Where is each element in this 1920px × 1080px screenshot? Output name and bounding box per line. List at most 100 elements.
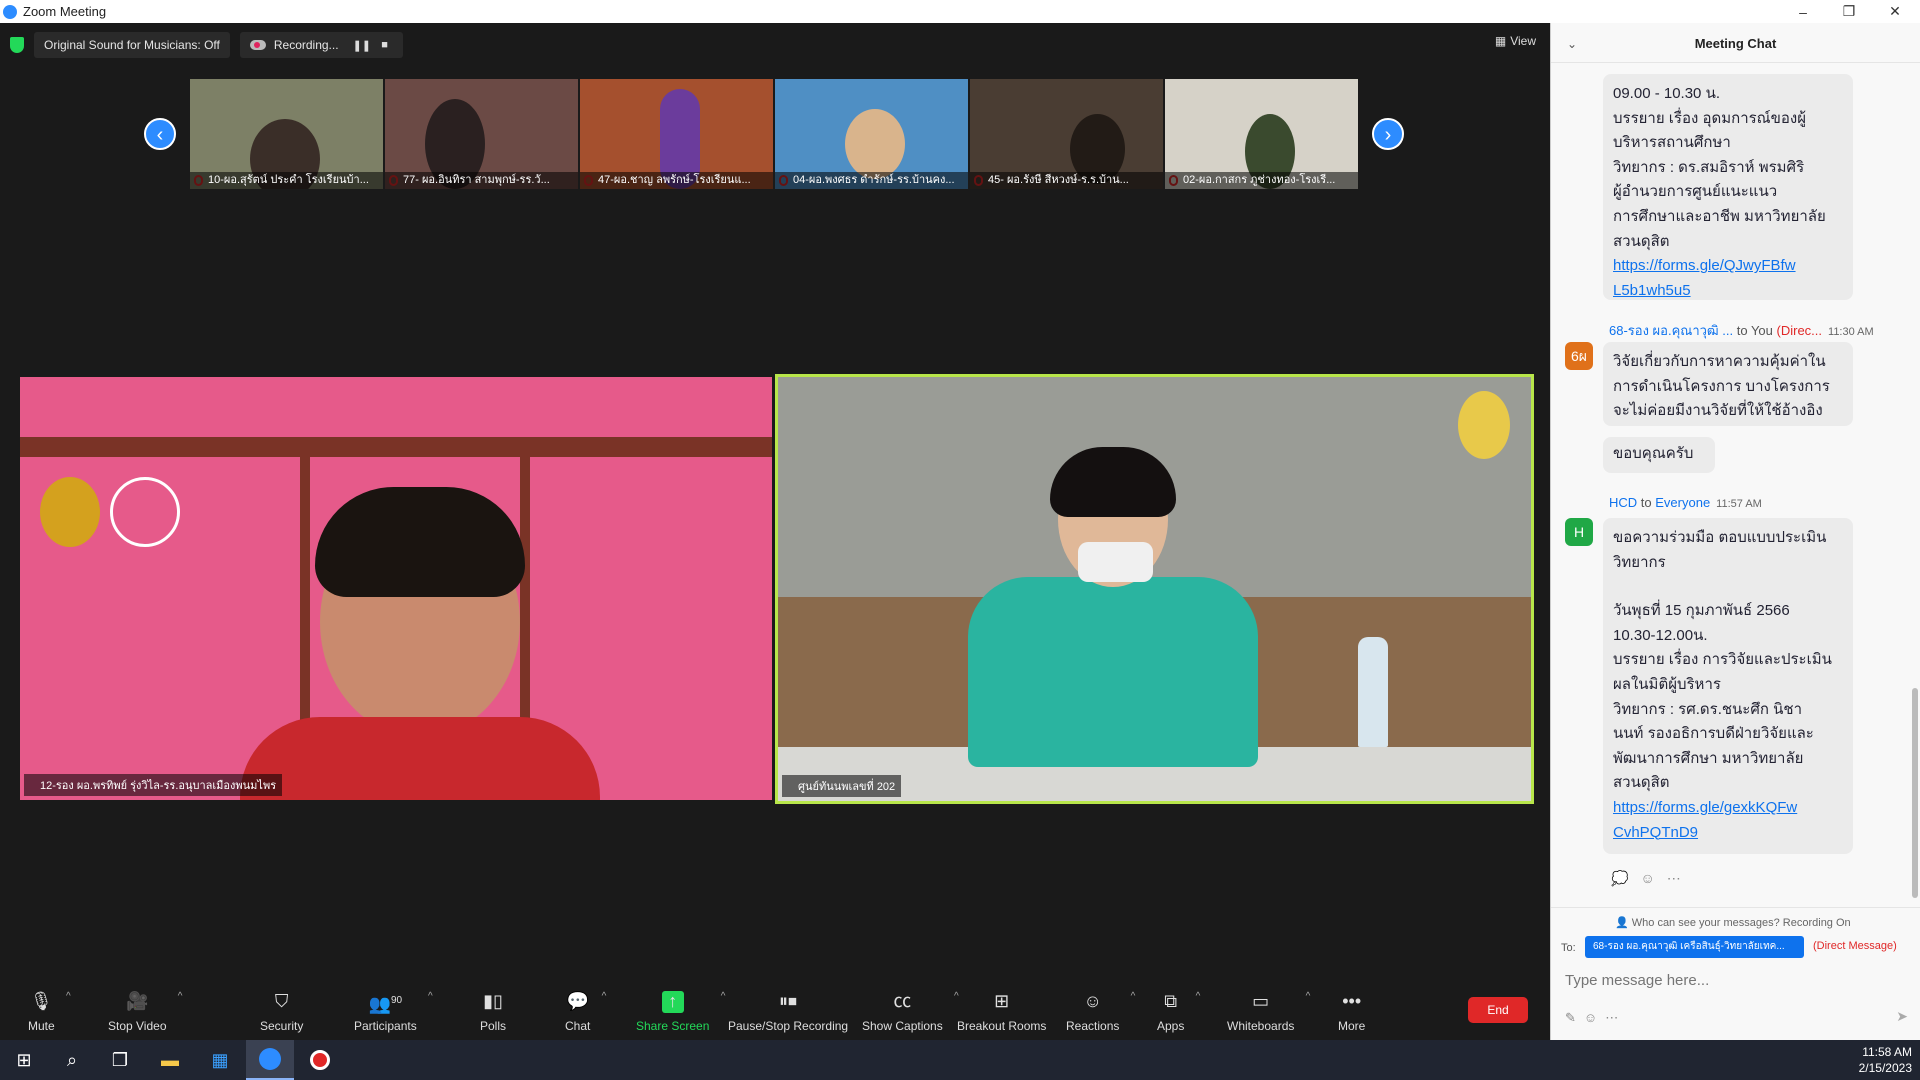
chat-scrollbar[interactable]	[1912, 68, 1918, 898]
message-line: 09.00 - 10.30 น.	[1613, 85, 1720, 102]
participant-name-label: 12-รอง ผอ.พรทิพย์ รุ่งวิไล-รร.อนุบาลเมือ…	[24, 774, 283, 796]
share-caret-icon[interactable]: ^	[721, 991, 726, 1002]
prev-page-button[interactable]: ‹	[144, 118, 176, 150]
apps-caret-icon[interactable]: ^	[1196, 991, 1201, 1002]
share-screen-button[interactable]: ↑ Share Screen ^	[636, 975, 725, 1040]
chat-message-input[interactable]	[1565, 966, 1905, 994]
message-line: วันพุธที่ 15 กุมภาพันธ์ 2566	[1613, 602, 1790, 620]
sender-name[interactable]: HCD	[1609, 495, 1637, 510]
window-titlebar: Zoom Meeting – ❐ ✕	[0, 0, 1920, 23]
face-mask	[1078, 542, 1153, 582]
chat-button[interactable]: 💬 Chat ^	[565, 975, 606, 1040]
audio-options-caret-icon[interactable]: ^	[66, 991, 71, 1002]
compose-tools: ✎☺⋯	[1565, 1010, 1626, 1026]
participant-video	[1050, 447, 1176, 517]
cloud-recording-icon	[249, 40, 266, 50]
restore-button[interactable]: ❐	[1826, 0, 1872, 23]
whiteboards-caret-icon[interactable]: ^	[1306, 991, 1311, 1002]
message-line: วิทยากร : รศ.ดร.ชนะศึก นิชา	[1613, 700, 1802, 718]
message-line: วิทยากร	[1613, 553, 1666, 571]
form-link[interactable]: https://forms.gle/QJwyFBfw L5b1wh5u5	[1613, 257, 1796, 299]
apps-icon: ⧉	[1164, 991, 1178, 1011]
message-line: สวนดุสิต	[1613, 774, 1670, 792]
shelf	[20, 437, 772, 457]
message-line: สวนดุสิต	[1613, 232, 1670, 250]
message-line: วิจัยเกี่ยวกับการหาความคุ้มค่าใน	[1613, 353, 1826, 370]
reactions-caret-icon[interactable]: ^	[1131, 991, 1136, 1002]
video-tile-active-speaker[interactable]: ศูนย์ทันนพเลขที่ 202	[775, 374, 1534, 804]
chat-messages: 09.00 - 10.30 น. บรรยาย เรื่อง อุดมการณ์…	[1551, 64, 1920, 907]
sender-name[interactable]: 68-รอง ผอ.คุณาวุฒิ ...	[1609, 323, 1733, 338]
link-line: CvhPQTnD9	[1613, 823, 1699, 841]
windows-start-icon[interactable]: ⊞	[0, 1040, 48, 1080]
video-tile[interactable]: 12-รอง ผอ.พรทิพย์ รุ่งวิไล-รร.อนุบาลเมือ…	[20, 377, 772, 800]
participant-video	[315, 487, 525, 597]
link-line: L5b1wh5u5	[1613, 281, 1691, 299]
who-can-see-notice[interactable]: 👤 Who can see your messages? Recording O…	[1615, 916, 1851, 929]
recipient-dropdown[interactable]: 68-รอง ผอ.คุณาวุฒิ เครือสินธุ์-วิทยาลัยเ…	[1585, 936, 1804, 958]
task-view-icon[interactable]: ❐	[96, 1040, 144, 1080]
meeting-chat-panel: ⌄ Meeting Chat 09.00 - 10.30 น. บรรยาย เ…	[1551, 23, 1920, 1040]
show-captions-button[interactable]: ㏄ Show Captions ^	[862, 975, 959, 1040]
recorder-app-icon[interactable]	[296, 1040, 344, 1080]
video-options-caret-icon[interactable]: ^	[178, 991, 183, 1002]
scrollbar-thumb[interactable]	[1912, 688, 1918, 898]
original-sound-toggle[interactable]: Original Sound for Musicians: Off	[34, 32, 230, 58]
send-icon[interactable]: ➤	[1896, 1008, 1908, 1025]
search-icon[interactable]: ⌕	[48, 1040, 96, 1080]
message-line: นนท์ รองอธิการบดีฝ่ายวิจัยและ	[1613, 725, 1814, 743]
participant-thumbnail[interactable]: 02-ผอ.กาสกร ภูช่างทอง-โรงเรี...	[1165, 79, 1358, 189]
security-button[interactable]: ⛉ Security	[260, 975, 303, 1040]
end-meeting-button[interactable]: End	[1468, 997, 1528, 1023]
encryption-shield-icon[interactable]	[10, 37, 24, 53]
form-link[interactable]: https://forms.gle/gexkKQFw CvhPQTnD9	[1613, 799, 1797, 841]
chat-message-bubble: ขอความร่วมมือ ตอบแบบประเมิน วิทยากร วันพ…	[1603, 518, 1853, 854]
more-button[interactable]: ••• More	[1338, 975, 1365, 1040]
message-line: 10.30-12.00น.	[1613, 626, 1708, 644]
next-page-button[interactable]: ›	[1372, 118, 1404, 150]
pause-recording-icon[interactable]: ❚❚	[353, 39, 371, 52]
format-text-icon[interactable]: ✎	[1565, 1010, 1584, 1025]
participant-name: 10-ผอ.สุรัตน์ ประคำ โรงเรียนบ้า...	[190, 172, 383, 189]
minimize-button[interactable]: –	[1780, 0, 1826, 23]
more-compose-icon[interactable]: ⋯	[1605, 1010, 1626, 1025]
sender-avatar: H	[1565, 518, 1593, 546]
stop-video-button[interactable]: 🎥 Stop Video ^	[108, 975, 183, 1040]
system-clock[interactable]: 11:58 AM 2/15/2023	[1859, 1044, 1912, 1076]
pause-stop-label: Pause/Stop Recording	[728, 1019, 849, 1033]
participant-thumbnail[interactable]: 10-ผอ.สุรัตน์ ประคำ โรงเรียนบ้า...	[190, 79, 383, 189]
close-button[interactable]: ✕	[1872, 0, 1918, 23]
participant-thumbnail[interactable]: 77- ผอ.อินทิรา สามพุกษ์-รร.วั...	[385, 79, 578, 189]
message-to: to	[1637, 495, 1656, 510]
stop-recording-icon[interactable]: ■	[377, 39, 393, 51]
view-button[interactable]: ▦ View	[1495, 34, 1536, 48]
participants-caret-icon[interactable]: ^	[428, 991, 433, 1002]
direct-message-label: (Direct Message)	[1813, 940, 1897, 952]
more-actions-icon[interactable]: ⋯	[1667, 870, 1693, 886]
participant-thumbnail[interactable]: 45- ผอ.รังษี สีหวงษ์-ร.ร.บ้าน...	[970, 79, 1163, 189]
pause-stop-recording-button[interactable]: ⏸⏹ Pause/Stop Recording	[728, 975, 848, 1040]
emoji-icon[interactable]: ☺	[1584, 1010, 1605, 1025]
breakout-rooms-button[interactable]: ⊞ Breakout Rooms	[957, 975, 1046, 1040]
atom-logo-icon	[110, 477, 180, 547]
file-explorer-icon[interactable]: ▬	[146, 1040, 194, 1080]
grid-view-icon: ▦	[1494, 34, 1507, 48]
chat-compose-area: 👤 Who can see your messages? Recording O…	[1551, 907, 1920, 1040]
apps-button[interactable]: ⧉ Apps ^	[1157, 975, 1200, 1040]
message-line: ขอความร่วมมือ ตอบแบบประเมิน	[1613, 529, 1827, 546]
chat-caret-icon[interactable]: ^	[602, 991, 607, 1002]
reactions-button[interactable]: ☺ Reactions ^	[1066, 975, 1135, 1040]
participant-thumbnail[interactable]: 04-ผอ.พงศธร ดำรักษ์-รร.บ้านคง...	[775, 79, 968, 189]
participants-label: Participants	[354, 1019, 417, 1033]
whiteboards-button[interactable]: ▭ Whiteboards ^	[1227, 975, 1310, 1040]
participant-thumbnail[interactable]: 47-ผอ.ชาญ ลพรักษ์-โรงเรียนแ...	[580, 79, 773, 189]
emoji-react-icon[interactable]: ☺	[1640, 870, 1666, 886]
collapse-chevron-icon[interactable]: ⌄	[1567, 23, 1577, 65]
participant-name: 02-ผอ.กาสกร ภูช่างทอง-โรงเรี...	[1165, 172, 1358, 189]
store-icon[interactable]: ▦	[196, 1040, 244, 1080]
zoom-taskbar-icon[interactable]	[246, 1040, 294, 1080]
reply-icon[interactable]: 💭	[1611, 870, 1640, 886]
mute-button[interactable]: 🎙 Mute ^	[28, 975, 71, 1040]
polls-button[interactable]: ▮▯ Polls	[480, 975, 506, 1040]
participants-button[interactable]: 👥90 Participants ^	[354, 975, 433, 1040]
